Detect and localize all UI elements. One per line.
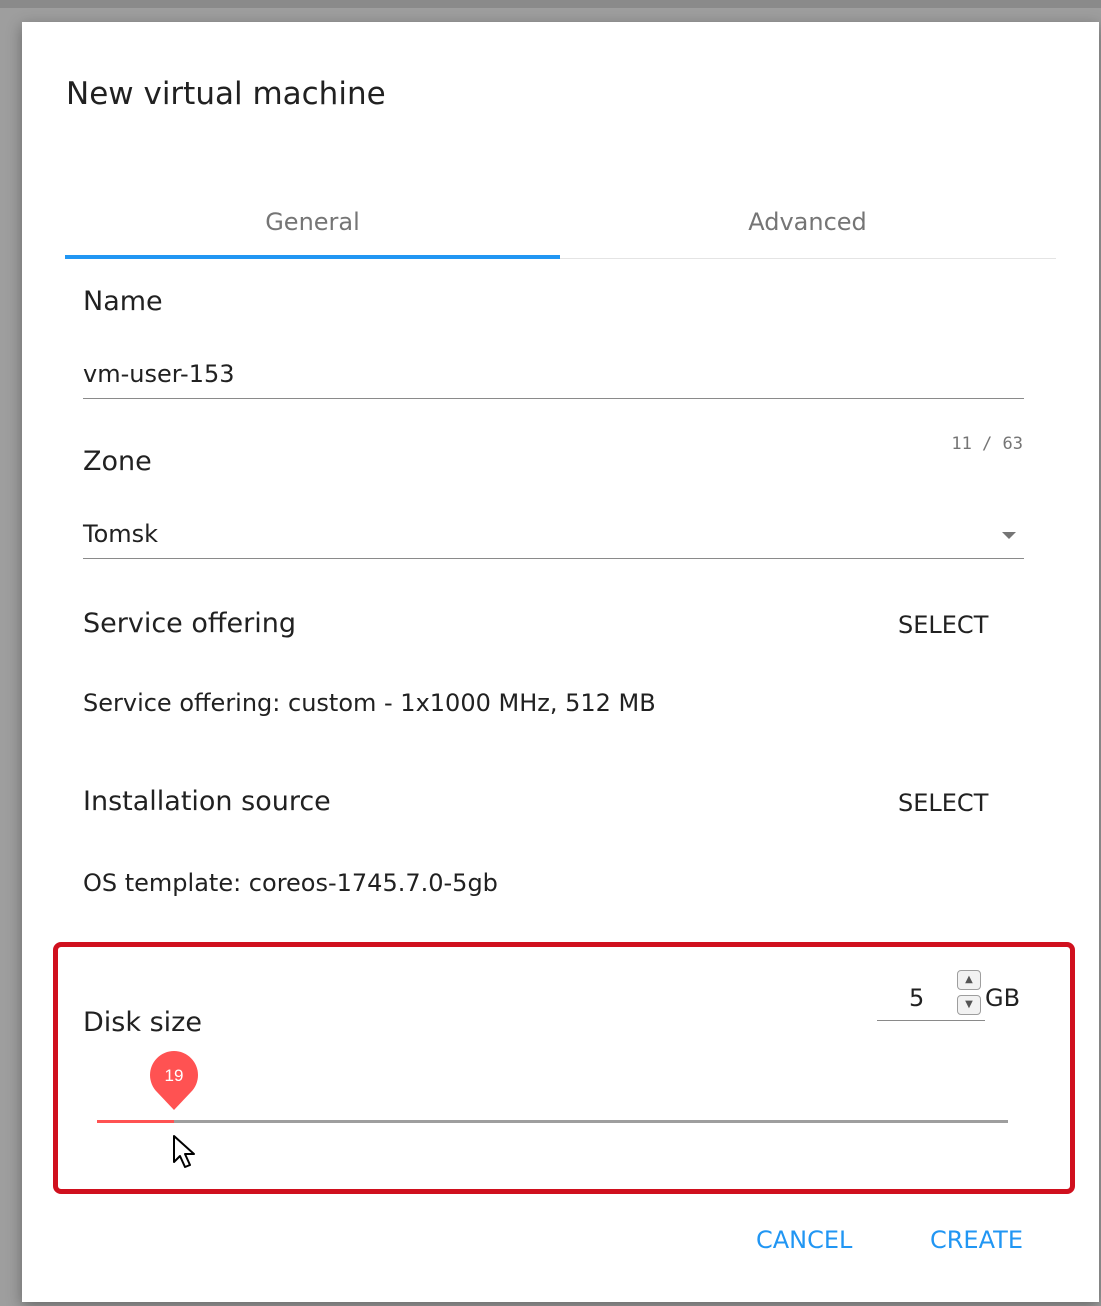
disk-size-highlight-frame (53, 942, 1075, 1194)
disk-size-input-value: 5 (909, 984, 925, 1012)
service-offering-info: Service offering: custom - 1x1000 MHz, 5… (83, 689, 656, 717)
name-label: Name (83, 286, 163, 317)
tab-active-indicator (65, 255, 560, 259)
create-button[interactable]: CREATE (930, 1226, 1023, 1254)
tab-bar: General Advanced (65, 190, 1056, 259)
dialog-title: New virtual machine (66, 76, 386, 112)
backdrop (0, 0, 1101, 8)
zone-select[interactable]: Tomsk (83, 520, 1024, 559)
slider-thumb-pin (150, 1051, 198, 1110)
disk-size-unit: GB (985, 984, 1021, 1012)
tab-advanced[interactable]: Advanced (560, 190, 1055, 254)
disk-size-label: Disk size (83, 1007, 202, 1038)
name-input-value: vm-user-153 (83, 360, 235, 388)
chevron-up-icon[interactable]: ▲ (957, 970, 981, 990)
slider-value-label: 19 (164, 1066, 184, 1085)
disk-size-slider[interactable]: 19 (97, 1051, 1008, 1124)
mouse-pointer-icon (172, 1134, 198, 1174)
installation-source-select-button[interactable]: SELECT (898, 789, 988, 817)
cancel-button[interactable]: CANCEL (756, 1226, 852, 1254)
caret-down-icon (1002, 532, 1016, 539)
tab-general[interactable]: General (65, 190, 560, 254)
slider-track (97, 1120, 1008, 1123)
installation-source-info: OS template: coreos-1745.7.0-5gb (83, 869, 498, 897)
disk-size-input[interactable]: 5 ▲ ▼ (877, 970, 985, 1021)
chevron-down-icon[interactable]: ▼ (957, 995, 981, 1015)
installation-source-label: Installation source (83, 786, 331, 817)
service-offering-label: Service offering (83, 608, 296, 639)
zone-select-value: Tomsk (83, 520, 159, 548)
name-input[interactable]: vm-user-153 (83, 360, 1024, 399)
service-offering-select-button[interactable]: SELECT (898, 611, 988, 639)
new-vm-dialog: New virtual machine General Advanced Nam… (22, 22, 1099, 1302)
slider-thumb[interactable]: 19 (149, 1050, 199, 1122)
name-char-counter: 11 / 63 (951, 434, 1023, 454)
zone-label: Zone (83, 446, 152, 477)
